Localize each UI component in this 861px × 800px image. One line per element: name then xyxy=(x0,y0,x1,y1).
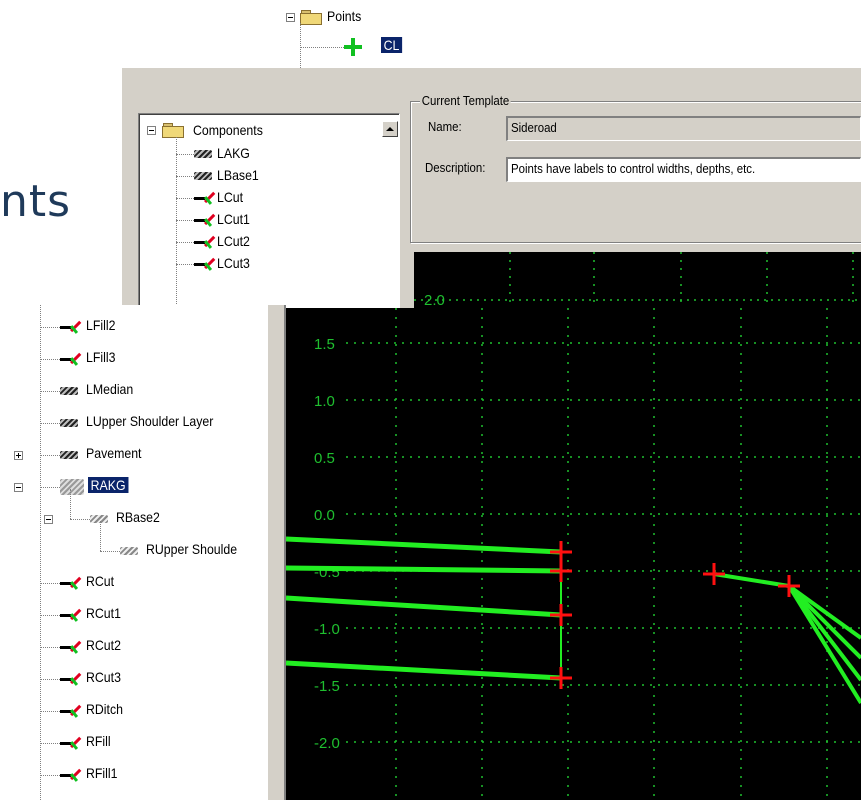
cut-component-icon xyxy=(194,210,216,228)
component-line xyxy=(286,536,562,555)
points-tree: Points CL xyxy=(280,0,420,70)
description-field[interactable]: Points have labels to control widths, de… xyxy=(506,157,861,182)
component-item[interactable]: LCut3 xyxy=(217,255,250,271)
collapse-toggle[interactable] xyxy=(14,483,23,492)
cut-component-icon xyxy=(194,188,216,206)
component-item[interactable]: LMedian xyxy=(86,381,133,397)
component-item[interactable]: LFill2 xyxy=(86,317,115,333)
collapse-toggle[interactable] xyxy=(44,515,53,524)
component-item[interactable]: LAKG xyxy=(217,145,250,161)
point-cl-label[interactable]: CL xyxy=(381,37,403,53)
component-item[interactable]: Pavement xyxy=(86,445,141,461)
component-line xyxy=(713,572,790,588)
cut-component-icon xyxy=(194,232,216,250)
component-item[interactable]: LBase1 xyxy=(217,167,259,183)
components-tree: Components LAKG LBase1 LCut LCut1 LCut2 … xyxy=(140,116,380,308)
y-axis-label: 0.0 xyxy=(314,507,335,524)
template-preview-canvas-top[interactable]: 2.0 xyxy=(414,252,861,308)
component-item[interactable]: RUpper Shoulde xyxy=(146,541,237,557)
rope-component-icon xyxy=(90,515,108,523)
cut-component-icon xyxy=(60,317,82,335)
cut-component-icon xyxy=(60,573,82,591)
component-line xyxy=(286,660,562,681)
panel-divider[interactable] xyxy=(267,305,286,800)
component-item[interactable]: RCut3 xyxy=(86,669,121,685)
folder-icon xyxy=(162,123,184,138)
component-line xyxy=(286,565,562,574)
component-item[interactable]: RFill xyxy=(86,733,111,749)
component-item[interactable]: RFill1 xyxy=(86,765,117,781)
component-item[interactable]: LFill3 xyxy=(86,349,115,365)
cut-component-icon xyxy=(60,733,82,751)
component-item[interactable]: RCut2 xyxy=(86,637,121,653)
component-line xyxy=(286,595,562,618)
collapse-toggle[interactable] xyxy=(147,126,156,135)
component-item[interactable]: RAKG xyxy=(88,477,129,493)
y-axis-label: -1.0 xyxy=(314,621,340,638)
cut-component-icon xyxy=(60,701,82,719)
component-item[interactable]: RCut1 xyxy=(86,605,121,621)
component-item[interactable]: LCut2 xyxy=(217,233,250,249)
y-axis-label: -1.5 xyxy=(314,678,340,695)
component-item[interactable]: LUpper Shoulder Layer xyxy=(86,413,213,429)
rope-component-icon xyxy=(120,547,138,555)
cut-component-icon xyxy=(60,349,82,367)
component-item[interactable]: RBase2 xyxy=(116,509,160,525)
folder-icon xyxy=(300,10,322,25)
y-axis-label: -2.0 xyxy=(314,735,340,752)
points-root-label[interactable]: Points xyxy=(327,8,361,24)
rope-component-icon xyxy=(194,150,212,158)
expand-toggle[interactable] xyxy=(14,451,23,460)
rope-component-icon xyxy=(60,479,84,495)
component-item[interactable]: LCut xyxy=(217,189,243,205)
component-tree-lower: LFill2 LFill3 LMedian LUpper Shoulder Layer… xyxy=(0,305,267,800)
template-preview-canvas[interactable]: 1.5 1.0 0.5 0.0 -0.5 -1.0 -1.5 -2.0 xyxy=(286,308,861,800)
component-item[interactable]: RCut xyxy=(86,573,114,589)
rope-component-icon xyxy=(60,387,78,395)
description-label: Description: xyxy=(425,160,486,175)
name-field[interactable]: Sideroad xyxy=(506,116,861,141)
cut-component-icon xyxy=(60,669,82,687)
scroll-up-button[interactable] xyxy=(382,121,398,137)
rope-component-icon xyxy=(60,451,78,459)
cut-component-icon xyxy=(60,765,82,783)
y-axis-label: 1.5 xyxy=(314,336,335,353)
group-title: Current Template xyxy=(420,93,512,108)
components-root-label[interactable]: Components xyxy=(193,122,263,138)
point-cross-icon xyxy=(344,38,362,56)
collapse-toggle[interactable] xyxy=(286,13,295,22)
component-item[interactable]: RDitch xyxy=(86,701,123,717)
component-item[interactable]: LCut1 xyxy=(217,211,250,227)
cut-component-icon xyxy=(194,254,216,272)
name-label: Name: xyxy=(428,119,462,134)
cut-component-icon xyxy=(60,605,82,623)
y-axis-label-top: 2.0 xyxy=(424,292,445,308)
y-axis-label: 1.0 xyxy=(314,393,335,410)
rope-component-icon xyxy=(60,419,78,427)
cut-component-icon xyxy=(60,637,82,655)
y-axis-label: 0.5 xyxy=(314,450,335,467)
rope-component-icon xyxy=(194,172,212,180)
slide-title-fragment: nts xyxy=(0,176,72,227)
